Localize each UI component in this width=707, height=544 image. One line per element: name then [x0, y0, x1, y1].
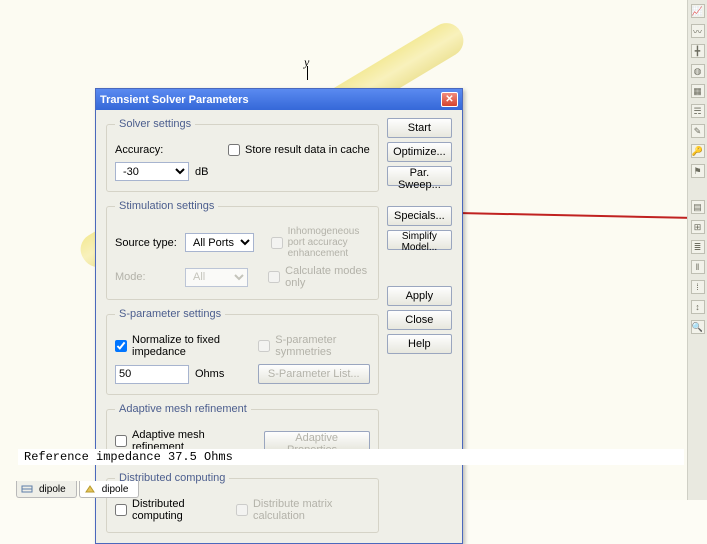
stimulation-legend: Stimulation settings: [115, 200, 218, 212]
optimize-button[interactable]: Optimize...: [387, 142, 452, 162]
dialog-titlebar[interactable]: Transient Solver Parameters ✕: [96, 89, 462, 110]
dialog-title: Transient Solver Parameters: [100, 94, 441, 106]
schematic-icon: [21, 484, 33, 494]
tool-plot-icon[interactable]: 📈: [691, 4, 705, 18]
distribute-matrix-checkbox: Distribute matrix calculation: [236, 498, 370, 522]
tool-range-icon[interactable]: ↕: [691, 300, 705, 314]
solver-settings-legend: Solver settings: [115, 118, 195, 130]
adaptive-input[interactable]: [115, 435, 127, 447]
simplify-model-button[interactable]: Simplify Model...: [387, 230, 452, 250]
accuracy-label: Accuracy:: [115, 144, 179, 156]
accuracy-select[interactable]: -30: [115, 162, 189, 181]
distribute-matrix-input: [236, 504, 248, 516]
impedance-input[interactable]: [115, 365, 189, 384]
calc-modes-input: [268, 271, 280, 283]
tab-dipole-2[interactable]: dipole: [79, 481, 140, 498]
sparameter-legend: S-parameter settings: [115, 308, 225, 320]
sparameter-settings-group: S-parameter settings Normalize to fixed …: [106, 308, 379, 395]
par-sweep-button[interactable]: Par. Sweep...: [387, 166, 452, 186]
adaptive-legend: Adaptive mesh refinement: [115, 403, 251, 415]
sparam-symmetries-label: S-parameter symmetries: [275, 334, 369, 358]
mode-label: Mode:: [115, 271, 179, 283]
transient-solver-dialog: Transient Solver Parameters ✕ Solver set…: [95, 88, 463, 544]
reference-impedance-label: Reference impedance 37.5 Ohms: [24, 450, 233, 464]
adaptive-properties-button: Adaptive Properties...: [264, 431, 370, 451]
tool-wave-icon[interactable]: 〰: [691, 24, 705, 38]
calc-modes-checkbox: Calculate modes only: [268, 265, 370, 289]
tool-flag-icon[interactable]: ⚑: [691, 164, 705, 178]
tool-pick-icon[interactable]: ✎: [691, 124, 705, 138]
tab-dipole-1[interactable]: dipole: [16, 481, 77, 498]
tool-lin-icon[interactable]: ‖: [691, 260, 705, 274]
distributed-checkbox[interactable]: Distributed computing: [115, 498, 224, 522]
tool-axis-icon[interactable]: ╋: [691, 44, 705, 58]
tool-layers-icon[interactable]: ≣: [691, 240, 705, 254]
close-icon[interactable]: ✕: [441, 92, 458, 107]
normalize-checkbox[interactable]: Normalize to fixed impedance: [115, 334, 246, 358]
right-toolbar: 📈 〰 ╋ ◍ ▦ ☴ ✎ 🔑 ⚑ ▤ ⊞ ≣ ‖ ⁞ ↕ 🔍: [687, 0, 707, 500]
inhomogeneous-label: Inhomogeneous port accuracy enhancement: [288, 226, 370, 259]
sparam-list-button: S-Parameter List...: [258, 364, 370, 384]
reference-impedance-bar: Reference impedance 37.5 Ohms: [18, 449, 684, 465]
impedance-unit: Ohms: [195, 368, 224, 380]
tab-label: dipole: [102, 484, 129, 495]
store-cache-input[interactable]: [228, 144, 240, 156]
inhomogeneous-input: [271, 237, 283, 249]
store-cache-checkbox[interactable]: Store result data in cache: [228, 144, 370, 156]
specials-button[interactable]: Specials...: [387, 206, 452, 226]
normalize-label: Normalize to fixed impedance: [132, 334, 246, 358]
tool-grid-icon[interactable]: ▤: [691, 200, 705, 214]
tool-rain-icon[interactable]: ☴: [691, 104, 705, 118]
bottom-tabs: dipole dipole: [16, 481, 139, 498]
calc-modes-label: Calculate modes only: [285, 265, 370, 289]
sparam-symmetries-checkbox: S-parameter symmetries: [258, 334, 369, 358]
model-icon: [84, 484, 96, 494]
tool-db-icon[interactable]: ⊞: [691, 220, 705, 234]
sparam-symmetries-input: [258, 340, 270, 352]
start-button[interactable]: Start: [387, 118, 452, 138]
distributed-input[interactable]: [115, 504, 127, 516]
accuracy-unit: dB: [195, 166, 208, 178]
tool-port-icon[interactable]: ◍: [691, 64, 705, 78]
normalize-input[interactable]: [115, 340, 127, 352]
distributed-computing-group: Distributed computing Distributed comput…: [106, 472, 379, 533]
inhomogeneous-checkbox: Inhomogeneous port accuracy enhancement: [271, 226, 370, 259]
distributed-label: Distributed computing: [132, 498, 224, 522]
close-button[interactable]: Close: [387, 310, 452, 330]
mode-select: All: [185, 268, 248, 287]
solver-settings-group: Solver settings Accuracy: Store result d…: [106, 118, 379, 192]
stimulation-settings-group: Stimulation settings Source type: All Po…: [106, 200, 379, 300]
tool-zoom-icon[interactable]: 🔍: [691, 320, 705, 334]
source-type-select[interactable]: All Ports: [185, 233, 254, 252]
tool-key-icon[interactable]: 🔑: [691, 144, 705, 158]
axis-y-arrow: [307, 66, 308, 80]
tool-log-icon[interactable]: ⁞: [691, 280, 705, 294]
apply-button[interactable]: Apply: [387, 286, 452, 306]
store-cache-label: Store result data in cache: [245, 144, 370, 156]
source-type-label: Source type:: [115, 237, 179, 249]
tool-mesh-icon[interactable]: ▦: [691, 84, 705, 98]
distribute-matrix-label: Distribute matrix calculation: [253, 498, 370, 522]
help-button[interactable]: Help: [387, 334, 452, 354]
tab-label: dipole: [39, 484, 66, 495]
